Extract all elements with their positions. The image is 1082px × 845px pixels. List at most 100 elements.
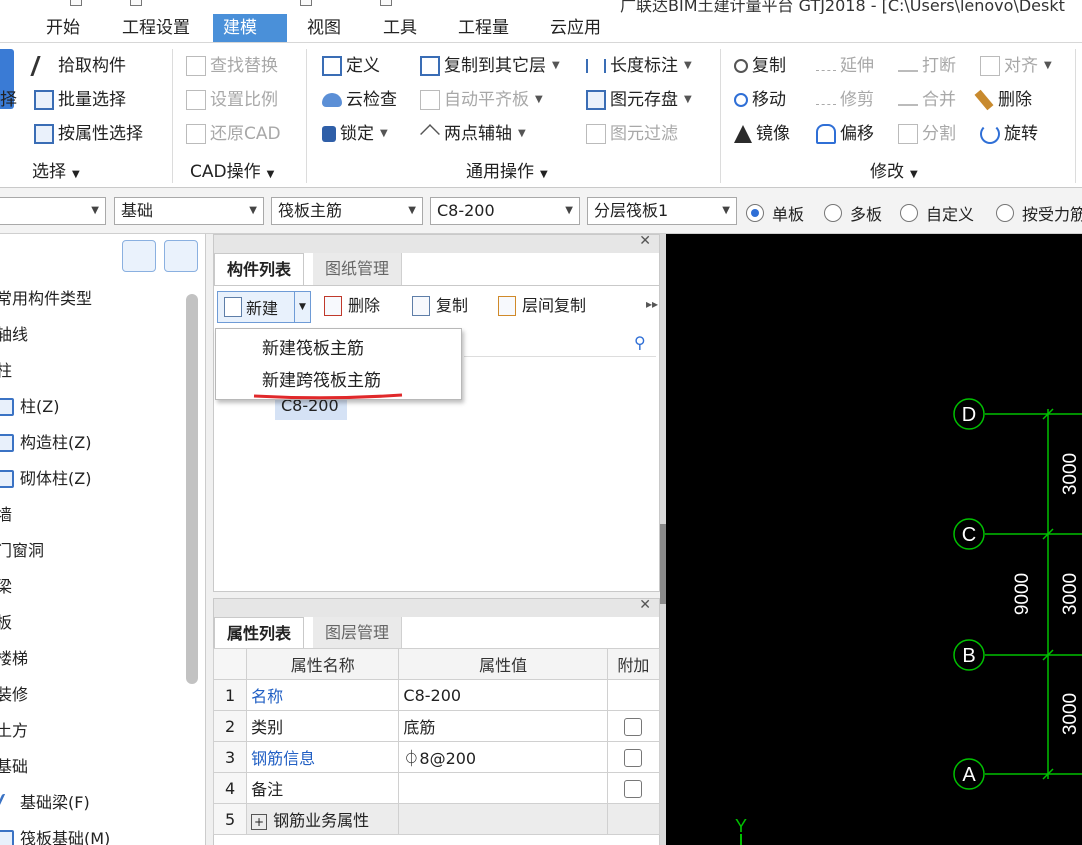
tab-layer-management[interactable]: 图层管理 bbox=[313, 617, 403, 649]
restore-cad-button[interactable]: 还原CAD bbox=[186, 119, 281, 149]
table-row[interactable]: 1 名称 C8-200 bbox=[212, 679, 661, 711]
define-button[interactable]: 定义 bbox=[322, 51, 380, 81]
tree-item-beam[interactable]: 梁 bbox=[0, 572, 12, 602]
align-button[interactable]: 对齐 ▼ bbox=[980, 51, 1052, 81]
tree-item-column-group[interactable]: 柱 bbox=[0, 356, 12, 386]
quick-access-icon[interactable] bbox=[130, 0, 142, 6]
more-icon[interactable]: ▸▸ bbox=[646, 297, 658, 311]
tree-item-decoration[interactable]: 装修 bbox=[0, 680, 28, 710]
table-row[interactable]: 5 + 钢筋业务属性 bbox=[212, 803, 661, 835]
floor-copy-button[interactable]: 层间复制 bbox=[498, 291, 586, 321]
card-view-icon[interactable] bbox=[164, 240, 198, 272]
quick-access-icon[interactable] bbox=[70, 0, 82, 6]
floor-select[interactable]: ▼ bbox=[0, 197, 106, 225]
batch-select-button[interactable]: 批量选择 bbox=[34, 85, 126, 115]
save-element-button[interactable]: 图元存盘 ▼ bbox=[586, 85, 692, 115]
tree-item-masonry-column[interactable]: 砌体柱(Z) bbox=[0, 464, 91, 494]
tree-item-slab[interactable]: 板 bbox=[0, 608, 12, 638]
quick-access-icon[interactable] bbox=[300, 0, 312, 6]
extra-checkbox[interactable] bbox=[624, 748, 643, 767]
close-icon[interactable]: ✕ bbox=[639, 597, 651, 613]
radio-single-board[interactable]: 单板 bbox=[746, 201, 804, 225]
rotate-button[interactable]: 旋转 bbox=[980, 119, 1038, 149]
two-point-axis-button[interactable]: 两点辅轴 ▼ bbox=[420, 119, 526, 149]
lock-button[interactable]: 锁定 ▼ bbox=[322, 119, 388, 149]
table-row[interactable]: 4 备注 bbox=[212, 772, 661, 804]
column-icon bbox=[0, 398, 14, 416]
property-value[interactable]: 底筋 bbox=[398, 710, 608, 742]
eraser-icon bbox=[974, 89, 994, 111]
tab-start[interactable]: 开始 bbox=[36, 14, 90, 42]
table-row[interactable]: 3 钢筋信息 ⏀8@200 bbox=[212, 741, 661, 773]
tree-item-common-types[interactable]: 常用构件类型 bbox=[0, 284, 92, 314]
property-value[interactable]: C8-200 bbox=[398, 679, 608, 711]
radio-multi-board[interactable]: 多板 bbox=[824, 201, 882, 225]
property-name-group[interactable]: + 钢筋业务属性 bbox=[246, 803, 400, 835]
delete-component-button[interactable]: 删除 bbox=[324, 291, 380, 321]
close-icon[interactable]: ✕ bbox=[639, 233, 651, 249]
component-select[interactable]: C8-200 ▼ bbox=[430, 197, 580, 225]
tab-cloud[interactable]: 云应用 bbox=[540, 14, 611, 42]
tab-property-list[interactable]: 属性列表 bbox=[214, 617, 305, 649]
element-filter-button[interactable]: 图元过滤 bbox=[586, 119, 678, 149]
list-view-icon[interactable] bbox=[122, 240, 156, 272]
quick-access-icon[interactable] bbox=[380, 0, 392, 6]
property-value[interactable]: ⏀8@200 bbox=[398, 741, 608, 773]
new-button[interactable]: 新建 ▼ bbox=[217, 291, 311, 323]
tree-item-foundation-beam[interactable]: 基础梁(F) bbox=[0, 788, 90, 818]
search-input[interactable] bbox=[464, 331, 656, 357]
tab-quantities[interactable]: 工程量 bbox=[448, 14, 519, 42]
tree-scrollbar[interactable] bbox=[186, 294, 198, 684]
break-button[interactable]: 打断 bbox=[898, 51, 956, 81]
drawing-canvas[interactable]: D C B A 3000 3000 3000 9000 Y bbox=[666, 234, 1082, 845]
tree-item-doors-windows[interactable]: 门窗洞 bbox=[0, 536, 44, 566]
tree-item-wall[interactable]: 墙 bbox=[0, 500, 12, 530]
property-value[interactable] bbox=[398, 772, 608, 804]
expand-icon[interactable]: + bbox=[251, 814, 268, 830]
extra-checkbox[interactable] bbox=[624, 779, 643, 798]
tree-item-earthwork[interactable]: 土方 bbox=[0, 716, 28, 746]
move-button[interactable]: 移动 bbox=[734, 85, 786, 115]
tree-item-constructional-column[interactable]: 构造柱(Z) bbox=[0, 428, 91, 458]
tab-component-list[interactable]: 构件列表 bbox=[214, 253, 305, 285]
copy-button[interactable]: 复制 bbox=[734, 51, 786, 81]
mirror-button[interactable]: 镜像 bbox=[734, 119, 790, 149]
tree-item-column[interactable]: 柱(Z) bbox=[0, 392, 59, 422]
set-scale-button[interactable]: 设置比例 bbox=[186, 85, 278, 115]
offset-button[interactable]: 偏移 bbox=[816, 119, 874, 149]
table-row[interactable]: 2 类别 底筋 bbox=[212, 710, 661, 742]
select-by-attribute-button[interactable]: 按属性选择 bbox=[34, 119, 143, 149]
tab-drawing-management[interactable]: 图纸管理 bbox=[313, 253, 403, 285]
radio-custom[interactable]: 自定义 bbox=[900, 201, 974, 225]
select-partial-label[interactable]: 择 bbox=[0, 85, 17, 115]
menu-item-new-raft-main-bar[interactable]: 新建筏板主筋 bbox=[262, 333, 364, 365]
copy-to-other-floor-button[interactable]: 复制到其它层 ▼ bbox=[420, 51, 560, 81]
tree-item-raft-foundation[interactable]: 筏板基础(M) bbox=[0, 824, 110, 845]
search-icon[interactable]: ⚲ bbox=[634, 333, 646, 352]
extra-checkbox[interactable] bbox=[624, 717, 643, 736]
auto-level-slab-button[interactable]: 自动平齐板 ▼ bbox=[420, 85, 543, 115]
tree-item-axis[interactable]: 轴线 bbox=[0, 320, 28, 350]
pick-component-button[interactable]: 拾取构件 bbox=[30, 51, 126, 81]
trim-button[interactable]: 修剪 bbox=[816, 85, 874, 115]
copy-component-button[interactable]: 复制 bbox=[412, 291, 468, 321]
trim-icon bbox=[816, 95, 836, 105]
radio-by-force-bar[interactable]: 按受力筋 bbox=[996, 201, 1082, 225]
extend-button[interactable]: 延伸 bbox=[816, 51, 874, 81]
tab-project-settings[interactable]: 工程设置 bbox=[112, 14, 200, 42]
layer-select[interactable]: 分层筏板1 ▼ bbox=[587, 197, 737, 225]
tab-modeling[interactable]: 建模 bbox=[213, 14, 287, 42]
component-type-select[interactable]: 筏板主筋 ▼ bbox=[271, 197, 423, 225]
merge-button[interactable]: 合并 bbox=[898, 85, 956, 115]
length-dimension-button[interactable]: 长度标注 ▼ bbox=[586, 51, 692, 81]
category-select[interactable]: 基础 ▼ bbox=[114, 197, 264, 225]
tab-view[interactable]: 视图 bbox=[297, 14, 351, 42]
tab-tools[interactable]: 工具 bbox=[373, 14, 427, 42]
delete-button[interactable]: 删除 bbox=[974, 85, 1032, 115]
chevron-down-icon[interactable]: ▼ bbox=[294, 292, 310, 322]
tree-item-stairs[interactable]: 楼梯 bbox=[0, 644, 28, 674]
find-replace-button[interactable]: 查找替换 bbox=[186, 51, 278, 81]
tree-item-foundation[interactable]: 基础 bbox=[0, 752, 28, 782]
cloud-check-button[interactable]: 云检查 bbox=[322, 85, 397, 115]
split-button[interactable]: 分割 bbox=[898, 119, 956, 149]
